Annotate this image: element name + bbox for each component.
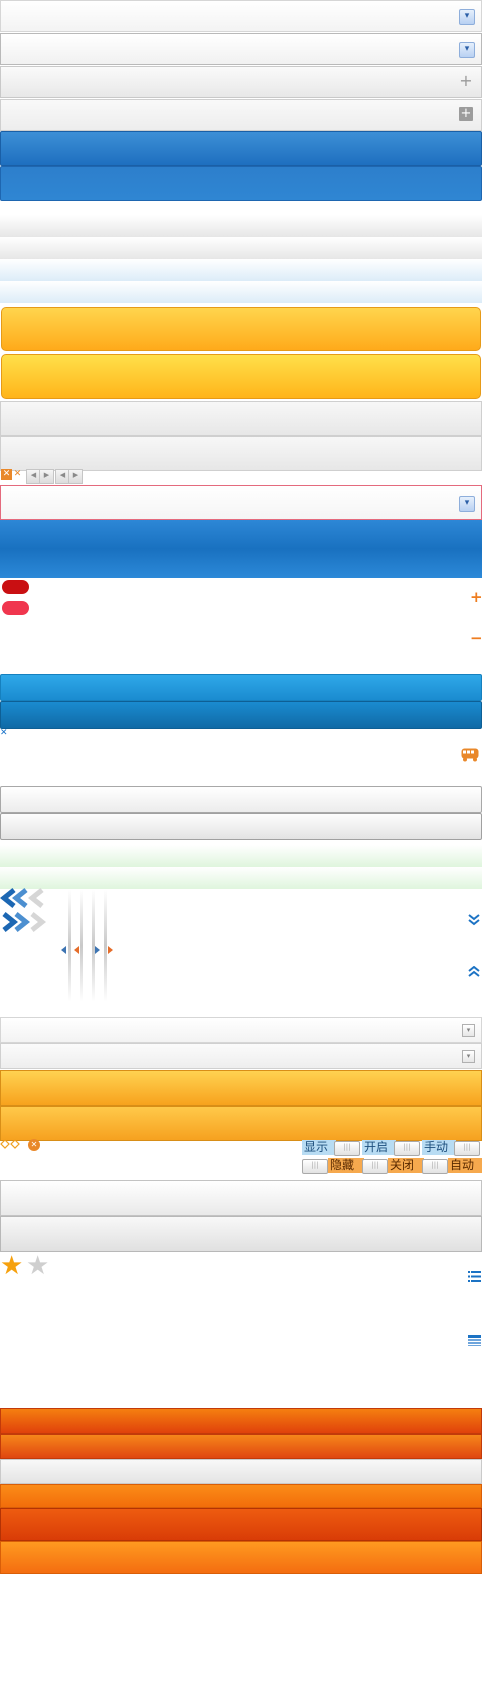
light-bar — [0, 1459, 482, 1484]
toggle-switch-off[interactable]: ||| — [362, 1159, 388, 1174]
toggle-switch-hide[interactable]: ||| — [302, 1159, 328, 1174]
orange-bar-2 — [0, 1434, 482, 1459]
select-box-2[interactable]: ▾ — [0, 33, 482, 65]
toggle-switch-on[interactable]: ||| — [394, 1141, 420, 1156]
pink-pill — [2, 601, 29, 615]
orange-bar-5 — [0, 1541, 482, 1574]
dropdown-arrow-icon[interactable]: ▾ — [462, 1050, 475, 1063]
red-pill — [2, 580, 29, 594]
blue-bar-1 — [0, 131, 482, 166]
gray-button-1[interactable] — [0, 786, 482, 813]
close-icon-orange[interactable]: ✕ — [1, 469, 12, 480]
toggle-label-manual: 手动 — [422, 1140, 456, 1155]
plus-icon[interactable]: + — [459, 73, 473, 89]
gray-fade-2 — [0, 237, 482, 259]
orange-bar-1 — [0, 1408, 482, 1434]
gray-bar-3 — [0, 1180, 482, 1216]
green-fade-2 — [0, 867, 482, 889]
select-box-error[interactable]: ▾ — [0, 485, 482, 520]
close-icon-blue[interactable]: ✕ — [0, 728, 10, 738]
toggle-switch-auto[interactable]: ||| — [422, 1159, 448, 1174]
dropdown-arrow-icon[interactable]: ▾ — [459, 495, 475, 512]
dropdown-arrow-icon[interactable]: ▾ — [462, 1024, 475, 1037]
expand-row-2[interactable]: + — [0, 99, 482, 131]
toggle-label-off: 关闭 — [388, 1158, 424, 1173]
toggle-switch-manual[interactable]: ||| — [454, 1141, 480, 1156]
dropdown-arrow-icon[interactable]: ▾ — [459, 9, 475, 25]
select-box-1[interactable]: ▾ — [0, 0, 482, 32]
toggle-label-hide: 隐藏 — [328, 1158, 364, 1173]
orange-bar-4 — [0, 1508, 482, 1541]
diamond-icons — [0, 1139, 20, 1149]
green-fade-1 — [0, 845, 482, 867]
blue-fade-2 — [0, 281, 482, 303]
double-chevron-up-icon[interactable] — [468, 966, 480, 978]
blue-fade-1 — [0, 259, 482, 281]
toggle-row-top: 显示 ||| 开启 ||| 手动 ||| — [302, 1140, 482, 1156]
list-detail-icon[interactable] — [468, 1335, 481, 1346]
yellow-bar-1 — [0, 1070, 482, 1106]
plus-box-icon[interactable]: + — [459, 107, 473, 121]
orange-button-1[interactable] — [1, 307, 481, 351]
gray-bar-1 — [0, 401, 482, 436]
close-circle-icon[interactable]: ✕ — [28, 1139, 40, 1151]
cyan-bar-1 — [0, 674, 482, 701]
big-blue-bar — [0, 520, 482, 578]
toggle-row-bottom: ||| 隐藏 ||| 关闭 ||| 自动 — [302, 1158, 482, 1174]
blue-bar-2 — [0, 166, 482, 201]
minus-icon-orange[interactable]: − — [470, 631, 482, 646]
star-empty-icon[interactable]: ★ — [26, 1252, 53, 1280]
list-icon[interactable] — [468, 1271, 481, 1282]
small-select-2[interactable]: ▾ — [0, 1043, 482, 1069]
splitter-handles-icon — [61, 890, 113, 1002]
small-select-1[interactable]: ▾ — [0, 1017, 482, 1043]
gray-bar-2 — [0, 436, 482, 471]
dropdown-arrow-icon[interactable]: ▾ — [459, 42, 475, 58]
plus-icon-orange[interactable]: + — [470, 590, 482, 605]
double-chevron-left-icons — [0, 888, 46, 932]
bus-icon — [461, 748, 479, 762]
yellow-bar-2 — [0, 1106, 482, 1141]
toggle-label-show: 显示 — [302, 1140, 336, 1155]
star-filled-icon[interactable]: ★ — [0, 1252, 27, 1280]
gray-fade-1 — [0, 215, 482, 237]
next-icon[interactable]: ▶ — [68, 469, 83, 484]
double-chevron-down-icon[interactable] — [468, 914, 480, 926]
orange-bar-3 — [0, 1484, 482, 1508]
gray-button-2[interactable] — [0, 813, 482, 840]
toggle-switch-show[interactable]: ||| — [334, 1141, 360, 1156]
close-icon-light[interactable]: ✕ — [12, 469, 23, 480]
cyan-bar-2 — [0, 701, 482, 729]
toggle-label-on: 开启 — [362, 1140, 396, 1155]
toggle-label-auto: 自动 — [448, 1158, 482, 1173]
gray-bar-4 — [0, 1216, 482, 1252]
orange-button-2[interactable] — [1, 354, 481, 399]
next-icon[interactable]: ▶ — [39, 469, 54, 484]
expand-row-1[interactable]: + — [0, 66, 482, 98]
